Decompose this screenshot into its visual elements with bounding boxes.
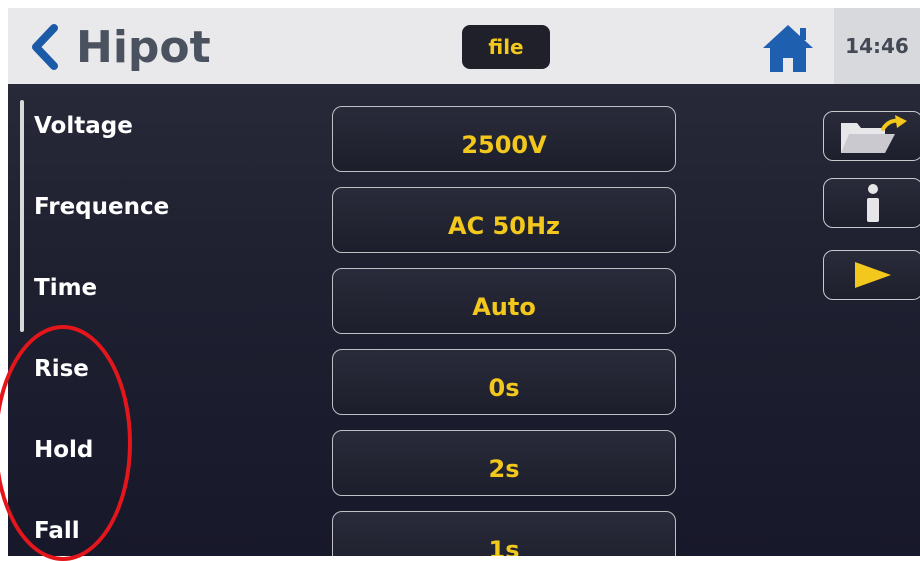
run-test-button[interactable] xyxy=(823,250,920,300)
file-button[interactable]: file xyxy=(462,25,550,69)
time-field[interactable]: Auto xyxy=(332,268,676,334)
hold-field[interactable]: 2s xyxy=(332,430,676,496)
voltage-field[interactable]: 2500V xyxy=(332,106,676,172)
clock-area: 14:46 xyxy=(834,8,920,84)
frequence-field[interactable]: AC 50Hz xyxy=(332,187,676,253)
info-button[interactable] xyxy=(823,178,920,228)
home-icon[interactable] xyxy=(760,22,816,74)
device-screen: Hipot file 14:46 Voltage Frequence Time … xyxy=(8,8,920,556)
top-bar: Hipot file 14:46 xyxy=(8,8,920,84)
info-icon xyxy=(867,184,879,222)
scrollbar[interactable] xyxy=(20,100,24,332)
open-folder-icon xyxy=(841,115,907,153)
open-file-button[interactable] xyxy=(823,111,920,161)
clock: 14:46 xyxy=(845,34,909,58)
rise-field[interactable]: 0s xyxy=(332,349,676,415)
time-label: Time xyxy=(34,275,98,301)
annotation-circle xyxy=(0,325,132,561)
fall-field[interactable]: 1s xyxy=(332,511,676,556)
back-button[interactable]: Hipot xyxy=(28,14,211,80)
page-title: Hipot xyxy=(76,21,211,73)
chevron-left-icon xyxy=(32,24,58,70)
play-icon xyxy=(855,262,891,288)
voltage-label: Voltage xyxy=(34,113,133,139)
frequence-label: Frequence xyxy=(34,194,170,220)
